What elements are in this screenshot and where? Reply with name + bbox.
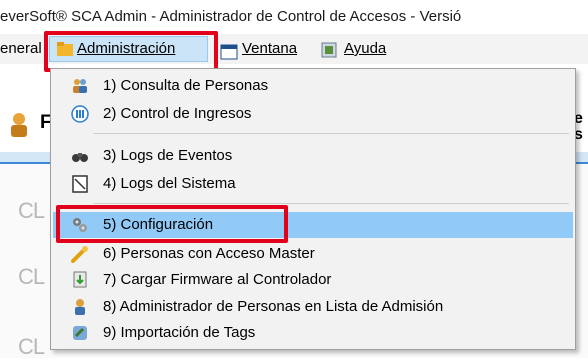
background-cl-label: CL (18, 198, 45, 223)
window-title: everSoft® SCA Admin - Administrador de C… (0, 8, 462, 25)
menu-item-label: 7) Cargar Firmware al Controlador (103, 271, 332, 288)
menu-item-label: 6) Personas con Acceso Master (103, 245, 315, 262)
menu-separator (93, 203, 569, 204)
admin-person-icon (71, 298, 89, 316)
menu-item-logs-eventos[interactable]: 3) Logs de Eventos (53, 143, 573, 169)
person-icon (8, 112, 30, 138)
menu-item-acceso-master[interactable]: 6) Personas con Acceso Master (53, 241, 573, 267)
window-icon (220, 41, 238, 60)
menu-item-label: 2) Control de Ingresos (103, 105, 252, 122)
menu-general-label: eneral (0, 40, 42, 57)
binoculars-icon (71, 147, 89, 165)
menu-item-label: 3) Logs de Eventos (103, 147, 233, 164)
menu-item-cargar-firmware[interactable]: 7) Cargar Firmware al Controlador (53, 267, 573, 293)
key-icon (71, 245, 89, 263)
menu-item-logs-sistema[interactable]: 4) Logs del Sistema (53, 171, 573, 197)
menu-ayuda-label: Ayuda (344, 40, 387, 57)
control-icon (71, 105, 89, 123)
import-icon (71, 324, 89, 342)
menu-item-label: 4) Logs del Sistema (103, 175, 236, 192)
menu-ayuda[interactable]: Ayuda (318, 34, 386, 64)
menu-separator (93, 133, 569, 134)
download-icon (71, 271, 89, 289)
help-book-icon (320, 40, 338, 58)
document-icon (71, 175, 89, 193)
menu-ventana[interactable]: Ventana (218, 34, 297, 64)
menu-item-importacion-tags[interactable]: 9) Importación de Tags (53, 320, 573, 346)
menu-item-control-ingresos[interactable]: 2) Control de Ingresos (53, 101, 573, 127)
menu-item-admin-personas-lista[interactable]: 8) Administrador de Personas en Lista de… (53, 294, 573, 320)
annotation-box-administracion (44, 31, 218, 72)
title-bar: everSoft® SCA Admin - Administrador de C… (0, 0, 588, 34)
annotation-box-configuracion (56, 205, 288, 243)
people-icon (71, 77, 89, 95)
menu-general[interactable]: eneral (0, 34, 42, 64)
background-cl-label: CL (18, 264, 45, 289)
menu-item-label: 8) Administrador de Personas en Lista de… (103, 298, 444, 315)
menu-item-label: 1) Consulta de Personas (103, 77, 269, 94)
menu-item-consulta-personas[interactable]: 1) Consulta de Personas (53, 73, 573, 99)
menu-item-label: 9) Importación de Tags (103, 324, 256, 341)
menu-ventana-label: Ventana (242, 40, 298, 57)
background-cl-label: CL (18, 334, 45, 359)
